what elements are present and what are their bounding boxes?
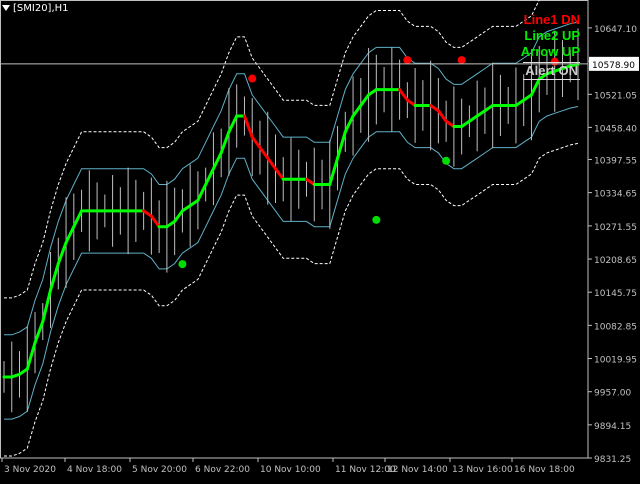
y-tick-label: 9957.00 [594, 389, 631, 399]
signal-line-segment [33, 320, 45, 345]
y-tick-label: 10334.65 [594, 190, 637, 200]
signal-line-segment [211, 151, 223, 171]
signal-line-segment [41, 288, 53, 324]
x-tick-label: 13 Nov 16:00 [452, 465, 513, 475]
dropdown-triangle-icon[interactable] [2, 5, 10, 11]
symbol-label: [SMI20],H1 [13, 3, 69, 14]
signal-line-segment [336, 130, 347, 160]
signal-line-segment [72, 209, 84, 229]
y-tick-label: 9894.15 [594, 422, 631, 432]
signal-line-segment [398, 88, 409, 102]
current-price-label: 10578.90 [592, 61, 635, 71]
x-tick-label: 12 Nov 14:00 [387, 465, 448, 475]
signal-line-segment [173, 209, 184, 223]
x-tick-label: 6 Nov 22:00 [195, 465, 250, 475]
arrow-up-marker [442, 156, 451, 165]
x-tick-label: 5 Nov 20:00 [132, 465, 187, 475]
legend-line1: Line1 DN [523, 12, 580, 27]
arrow-down-marker [248, 74, 257, 83]
y-tick-label: 10145.75 [594, 289, 637, 299]
y-tick-label: 10647.10 [594, 25, 637, 35]
signal-line-segment [436, 109, 448, 123]
y-tick-label: 10397.55 [594, 156, 637, 166]
y-tick-label: 10521.05 [594, 91, 637, 101]
signal-line-segment [351, 103, 363, 118]
signal-line-segment [328, 156, 340, 187]
arrow-down-marker [457, 56, 466, 65]
signal-line-segment [196, 183, 208, 202]
arrow-down-marker [403, 56, 412, 65]
signal-line-segment [25, 341, 37, 371]
signal-line-segment [529, 77, 541, 97]
y-tick-label: 10458.40 [594, 124, 637, 134]
x-tick-label: 3 Nov 2020 [4, 465, 56, 475]
x-tick-label: 4 Nov 18:00 [67, 465, 122, 475]
y-tick-label: 10082.85 [594, 322, 637, 332]
y-tick-label: 9831.25 [594, 455, 631, 465]
legend-alert-button[interactable]: Alert ON [523, 62, 580, 80]
y-tick-label: 10019.95 [594, 356, 637, 366]
signal-line-segment [227, 114, 239, 134]
signal-line-segment [258, 146, 270, 160]
y-tick-label: 10271.55 [594, 223, 637, 233]
signal-line-segment [242, 114, 254, 139]
signal-line-segment [343, 114, 355, 134]
signal-line-segment [266, 156, 277, 171]
legend-line2: Line2 UP [524, 28, 580, 43]
legend-arrow: Arrow UP [520, 44, 580, 59]
signal-line-segment [250, 135, 262, 150]
signal-line-segment [204, 167, 215, 187]
arrow-up-marker [372, 215, 381, 224]
plot-frame [0, 0, 589, 459]
signal-line-segment [49, 262, 60, 292]
arrow-up-marker [178, 260, 187, 269]
x-tick-label: 16 Nov 18:00 [514, 465, 575, 475]
signal-line-segment [359, 93, 371, 107]
indicator-legend: Line1 DN Line2 UP Arrow UP Alert ON [521, 12, 580, 80]
y-tick-label: 10208.65 [594, 256, 637, 266]
x-tick-label: 10 Nov 10:00 [260, 465, 321, 475]
signal-line-segment [64, 225, 76, 245]
signal-line-segment [56, 241, 68, 266]
symbol-period-tab[interactable]: [SMI20],H1 [2, 3, 69, 14]
signal-line-segment [219, 130, 231, 155]
signal-line-segment [149, 214, 161, 229]
signal-line-segment [273, 167, 285, 181]
